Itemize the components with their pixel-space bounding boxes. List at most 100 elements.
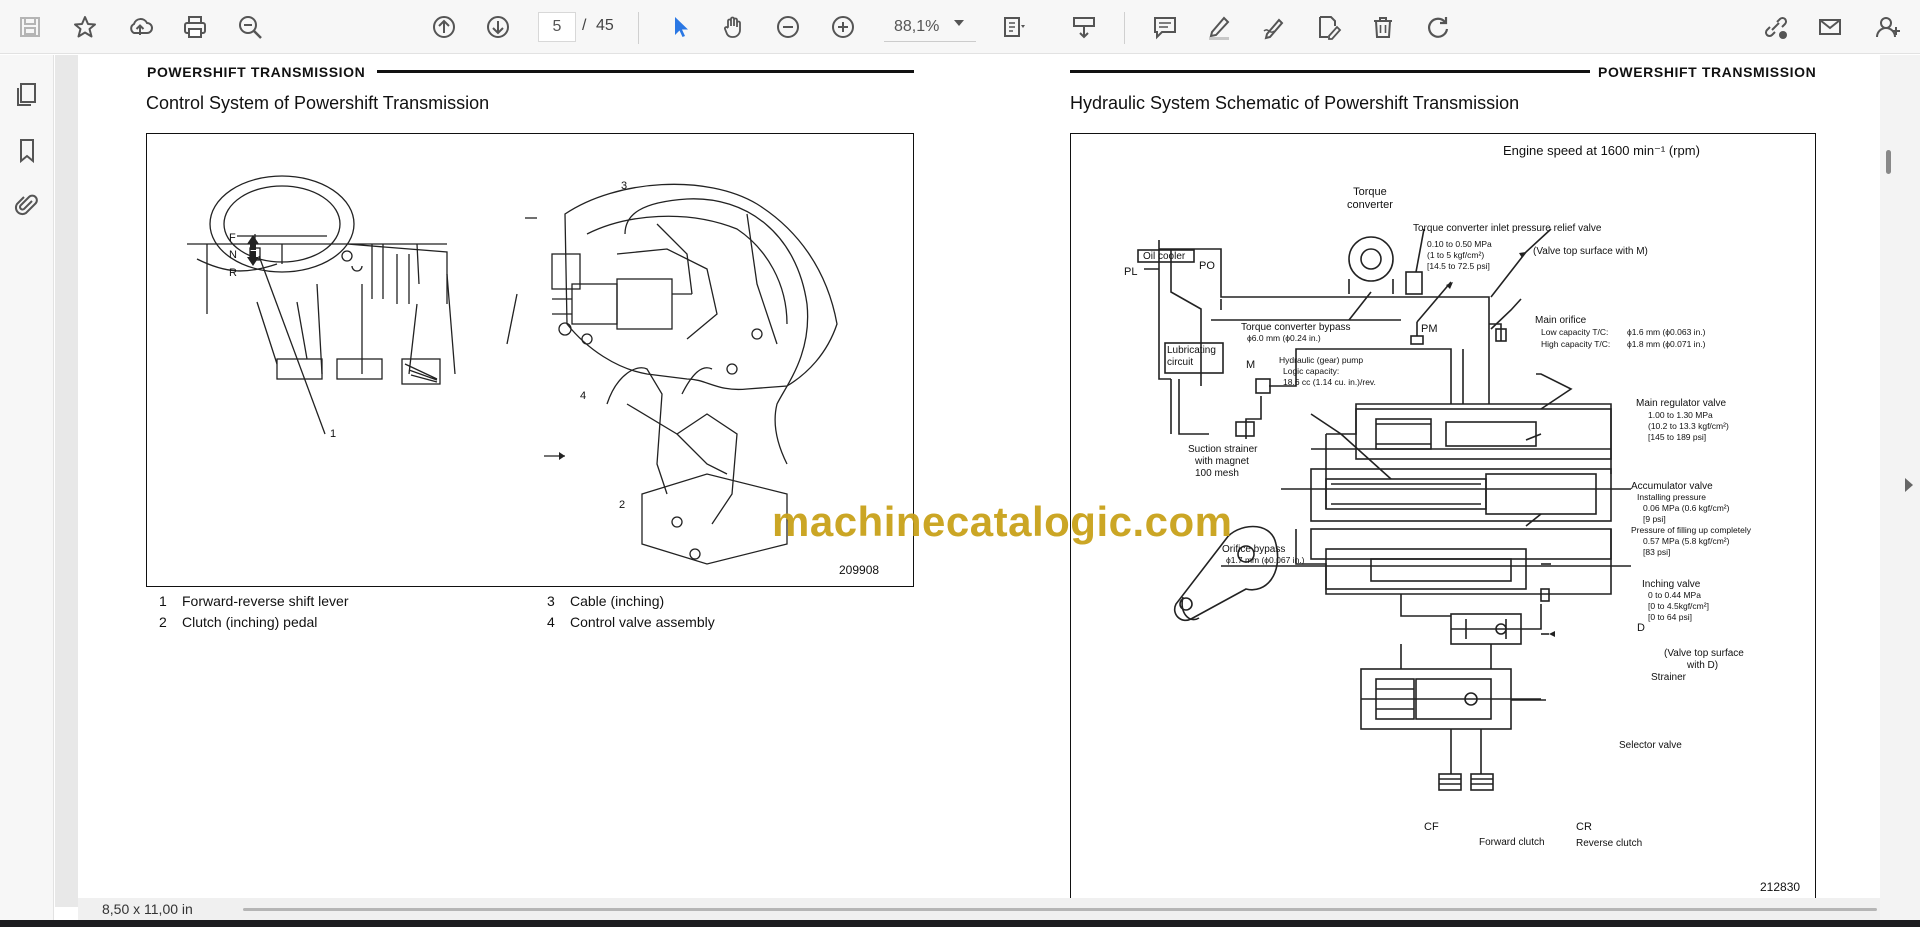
pm-port-label: PM — [1421, 323, 1438, 335]
page-total: 45 — [596, 17, 614, 34]
accumulator-install-value: [9 psi] — [1643, 514, 1666, 524]
print-icon[interactable] — [177, 9, 213, 45]
main-regulator-value: (10.2 to 13.3 kgf/cm²) — [1648, 421, 1729, 431]
comment-icon[interactable] — [1147, 9, 1183, 45]
expand-right-panel-icon[interactable] — [1905, 478, 1913, 492]
strainer-label: Strainer — [1651, 672, 1687, 683]
bookmarks-ribbon-icon[interactable] — [10, 133, 44, 167]
next-page-icon[interactable] — [480, 9, 516, 45]
toolbar: 5 / 45 88,1% — [0, 0, 1920, 54]
upload-cloud-icon[interactable] — [122, 9, 158, 45]
reverse-clutch-label: Reverse clutch — [1576, 838, 1643, 849]
section-title: Control System of Powershift Transmissio… — [146, 93, 490, 113]
pump-label: Hydraulic (gear) pump — [1279, 355, 1364, 365]
legend-text: Control valve assembly — [570, 614, 715, 630]
legend-number: 4 — [547, 614, 555, 630]
m-port-label: M — [1246, 359, 1256, 371]
tc-relief-valve-value: [14.5 to 72.5 psi] — [1427, 261, 1490, 271]
tc-bypass-value: ϕ6.0 mm (ϕ0.24 in.) — [1247, 333, 1321, 343]
callout-3: 3 — [621, 180, 628, 192]
accumulator-install-label: Installing pressure — [1637, 492, 1706, 502]
lever-position-n: N — [229, 249, 237, 261]
page-number-input[interactable]: 5 — [538, 12, 576, 42]
pump-capacity-label: Logic capacity: — [1283, 366, 1340, 376]
legend-item: 4 Control valve assembly — [547, 614, 715, 630]
vertical-scrollbar-thumb[interactable] — [1886, 150, 1891, 174]
fit-page-icon[interactable] — [996, 9, 1032, 45]
zoom-out-icon[interactable] — [770, 9, 806, 45]
bookmark-star-icon[interactable] — [67, 9, 103, 45]
toolbar-divider — [638, 12, 639, 44]
edit-document-icon[interactable] — [1310, 9, 1346, 45]
forward-clutch-label: Forward clutch — [1479, 837, 1545, 848]
legend-item: 3 Cable (inching) — [547, 593, 664, 609]
main-regulator-value: 1.00 to 1.30 MPa — [1648, 410, 1713, 420]
zoom-search-icon[interactable] — [232, 9, 268, 45]
page-header: POWERSHIFT TRANSMISSION — [147, 64, 366, 80]
share-link-icon[interactable] — [1758, 9, 1794, 45]
page-thumbnails-icon[interactable] — [10, 77, 44, 111]
accumulator-fill-value: 0.57 MPa (5.8 kgf/cm²) — [1643, 536, 1730, 546]
valve-top-d-label: (Valve top surface — [1664, 648, 1744, 659]
main-orifice-low-value: ϕ1.6 mm (ϕ0.063 in.) — [1627, 327, 1706, 337]
header-rule — [377, 70, 914, 73]
watermark: machinecatalogic.com — [772, 498, 1233, 545]
side-panel — [0, 55, 54, 920]
accumulator-label: Accumulator valve — [1631, 481, 1713, 492]
hand-tool-icon[interactable] — [716, 9, 752, 45]
delete-trash-icon[interactable] — [1365, 9, 1401, 45]
main-orifice-low-label: Low capacity T/C: — [1541, 327, 1609, 337]
legend-number: 2 — [159, 614, 167, 630]
callout-2: 2 — [619, 499, 626, 511]
toolbar-divider — [1124, 12, 1125, 44]
highlight-pen-icon[interactable] — [1201, 9, 1237, 45]
select-cursor-icon[interactable] — [662, 9, 698, 45]
section-title: Hydraulic System Schematic of Powershift… — [1070, 93, 1520, 113]
inching-valve-value: [0 to 4.5kgf/cm²] — [1648, 601, 1709, 611]
torque-converter-text: Torque converter — [1347, 186, 1393, 211]
accumulator-fill-value: [83 psi] — [1643, 547, 1671, 557]
attachments-paperclip-icon[interactable] — [10, 188, 44, 222]
rotate-redo-icon[interactable] — [1420, 9, 1456, 45]
right-panel — [1880, 55, 1920, 920]
legend-text: Clutch (inching) pedal — [182, 614, 318, 630]
legend-text: Forward-reverse shift lever — [182, 593, 349, 609]
legend-text: Cable (inching) — [570, 593, 665, 609]
main-regulator-value: [145 to 189 psi] — [1648, 432, 1707, 442]
accumulator-fill-label: Pressure of filling up completely — [1631, 525, 1752, 535]
page-size-label: 8,50 x 11,00 in — [102, 901, 193, 917]
draw-pen-icon[interactable] — [1256, 9, 1292, 45]
tc-relief-valve-label: Torque converter inlet pressure relief v… — [1413, 223, 1602, 234]
lever-position-f: F — [229, 232, 236, 244]
suction-strainer-label: Suction strainer — [1188, 444, 1258, 455]
scroll-mode-icon[interactable] — [1066, 9, 1102, 45]
horizontal-scrollbar[interactable] — [243, 908, 1877, 911]
legend-item: 2 Clutch (inching) pedal — [159, 614, 317, 630]
accumulator-install-value: 0.06 MPa (0.6 kgf/cm²) — [1643, 503, 1730, 513]
lubricating-circuit-label: Lubricating circuit — [1167, 345, 1216, 368]
suction-mesh-label: 100 mesh — [1195, 468, 1239, 479]
email-envelope-icon[interactable] — [1812, 9, 1848, 45]
lever-position-r: R — [229, 267, 237, 279]
previous-page-icon[interactable] — [426, 9, 462, 45]
chevron-down-icon[interactable] — [954, 20, 964, 26]
right-page: POWERSHIFT TRANSMISSION Hydraulic System… — [977, 55, 1885, 898]
legend-item: 1 Forward-reverse shift lever — [159, 593, 349, 609]
user-account-icon[interactable] — [1870, 9, 1906, 45]
save-icon[interactable] — [12, 9, 48, 45]
main-orifice-high-value: ϕ1.8 mm (ϕ0.071 in.) — [1627, 339, 1706, 349]
valve-top-m-label: (Valve top surface with M) — [1533, 246, 1648, 257]
zoom-in-icon[interactable] — [825, 9, 861, 45]
figure-code: 212830 — [1760, 880, 1801, 894]
document-viewport: POWERSHIFT TRANSMISSION Control System o… — [55, 55, 1885, 907]
page-header: POWERSHIFT TRANSMISSION — [1598, 64, 1817, 80]
page-separator: / — [582, 17, 587, 34]
forward-clutch-port-label: CF — [1424, 821, 1439, 833]
pump-capacity-value: 18.6 cc (1.14 cu. in.)/rev. — [1283, 377, 1376, 387]
suction-magnet-label: with magnet — [1195, 456, 1249, 467]
valve-top-d-label: with D) — [1687, 660, 1719, 671]
selector-valve-label: Selector valve — [1619, 740, 1682, 751]
zoom-level-select[interactable]: 88,1% — [884, 12, 976, 42]
inching-valve-label: Inching valve — [1642, 579, 1701, 590]
po-port-label: PO — [1199, 260, 1215, 272]
